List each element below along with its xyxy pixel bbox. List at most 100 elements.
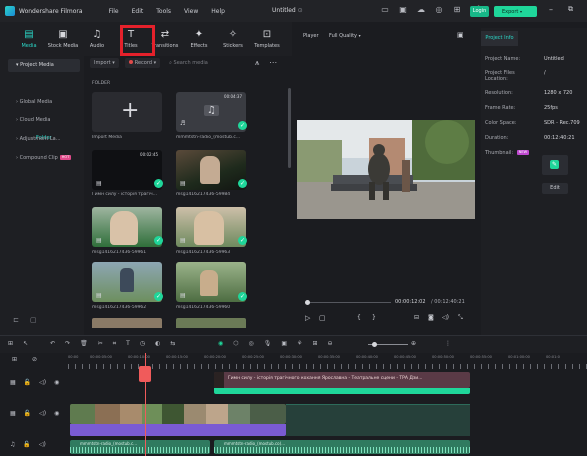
mic-icon[interactable]: 🎙 — [264, 340, 272, 347]
media-tile[interactable]: ▤ — [176, 262, 246, 302]
search-icon: ⌕ — [169, 60, 172, 66]
ai-icon[interactable]: ⚘ — [297, 340, 302, 347]
timeline-video-clips[interactable] — [70, 404, 286, 424]
login-button[interactable]: Login — [470, 6, 489, 17]
select-icon[interactable]: ↖ — [23, 340, 28, 348]
player-preview[interactable] — [297, 120, 475, 219]
folder-icon[interactable]: ▢ — [30, 316, 37, 324]
snapshot-tl-icon[interactable]: ▣ — [281, 340, 287, 347]
color-icon[interactable]: ◐ — [155, 340, 160, 348]
text-icon[interactable]: T — [126, 340, 130, 348]
sidebar-item-adjustment-layer[interactable]: › Adjustment La... — [8, 133, 80, 146]
thumbnail-box[interactable]: ✎ — [542, 155, 568, 175]
delete-icon[interactable]: 🗑 — [80, 340, 88, 348]
sidebar-item-cloud-media[interactable]: › Cloud Media — [8, 114, 80, 127]
redo-icon[interactable]: ↷ — [65, 340, 70, 348]
lock-icon[interactable]: 🔓 — [23, 441, 30, 448]
tab-audio[interactable]: ♫ Audio — [80, 22, 114, 56]
playhead-handle[interactable] — [139, 366, 151, 382]
fullscreen-icon[interactable]: ⤡ — [458, 314, 463, 322]
edit-button[interactable]: Edit — [542, 183, 568, 194]
render-icon[interactable]: ◉ — [218, 340, 223, 347]
filter-icon[interactable]: ⩚ — [252, 58, 262, 68]
play-icon[interactable]: ▷ — [305, 314, 310, 322]
volume-track-icon[interactable]: ◁) — [39, 410, 46, 417]
media-tile[interactable]: ▤ — [92, 262, 162, 302]
timeline-audio-clip-1[interactable]: mmmtstn-radio_(mostub.c... — [70, 440, 210, 454]
search-input[interactable]: ⌕ Search media — [166, 58, 246, 68]
menu-file[interactable]: File — [109, 8, 119, 15]
timeline-clip-title[interactable]: Гимн силу - історія трагічного кохання Я… — [214, 372, 470, 388]
minimize-icon[interactable]: – — [549, 5, 553, 14]
sidebar-item-global-media[interactable]: › Global Media — [8, 96, 80, 109]
timeline-audio-clip-2[interactable]: mmmtstn-radio_(mostub.co)... — [214, 440, 470, 454]
camera-icon[interactable]: ◙ — [428, 314, 434, 321]
screen-icon[interactable]: ▣ — [398, 5, 408, 15]
layout-icon[interactable]: ▭ — [380, 5, 390, 15]
library-scrollbar[interactable] — [288, 88, 291, 168]
media-tile[interactable]: ▤ — [92, 207, 162, 247]
seek-bar[interactable] — [305, 302, 391, 303]
lock-icon[interactable]: 🔓 — [24, 379, 31, 386]
undo-icon[interactable]: ↶ — [50, 340, 55, 348]
media-tile[interactable] — [92, 318, 162, 328]
marker-icon[interactable]: ⬡ — [233, 340, 238, 347]
zoom-out-icon[interactable]: ⊖ — [327, 340, 332, 347]
speed-icon[interactable]: ◷ — [140, 340, 145, 348]
monitor-icon[interactable]: ⊟ — [414, 314, 419, 321]
sidebar-item-compound-clip[interactable]: › Compound Clip HOT — [8, 152, 80, 165]
quality-select[interactable]: Full Quality ▾ — [329, 33, 361, 39]
tab-templates[interactable]: ⊡ Templates — [250, 22, 284, 56]
media-tile[interactable]: ▤ — [176, 207, 246, 247]
crop-icon[interactable]: ⌗ — [113, 340, 116, 348]
media-tile[interactable]: ▤ — [176, 150, 246, 190]
export-button[interactable]: Export ▾ — [494, 6, 537, 17]
media-tile[interactable]: 00:02:45 ▤ — [92, 150, 162, 190]
tab-stock-media[interactable]: ▣ Stock Media — [46, 22, 80, 56]
eye-icon[interactable]: ◉ — [54, 410, 59, 417]
restore-icon[interactable]: ⧉ — [568, 5, 573, 14]
media-tile[interactable] — [176, 318, 246, 328]
tab-stickers[interactable]: ✧ Stickers — [216, 22, 250, 56]
zoom-in-icon[interactable]: ⊕ — [411, 340, 416, 347]
detach-icon[interactable]: ⊞ — [312, 340, 317, 347]
menu-help[interactable]: Help — [211, 8, 225, 15]
sidebar-item-project-media[interactable]: ▾ Project Media — [8, 59, 80, 72]
tab-media[interactable]: ▤ Media — [12, 22, 46, 56]
new-folder-icon[interactable]: ⊏ — [13, 316, 19, 324]
layout-grid-icon[interactable]: ⊞ — [8, 340, 13, 348]
link-icon[interactable]: ⊘ — [32, 356, 37, 363]
cloud-icon[interactable]: ☁ — [416, 5, 426, 15]
volume-track-icon[interactable]: ◁) — [39, 441, 46, 448]
mark-out-icon[interactable]: } — [372, 314, 376, 321]
bulb-icon[interactable]: ◎ — [434, 5, 444, 15]
media-tile[interactable]: 00:04:37 ♫ ♬ — [176, 92, 246, 132]
add-track-icon[interactable]: ⊞ — [12, 356, 17, 363]
split-icon[interactable]: ✂ — [98, 340, 103, 348]
import-media-tile[interactable]: + — [92, 92, 162, 132]
seek-handle[interactable] — [305, 300, 310, 305]
record-voice-icon[interactable]: ◎ — [249, 340, 254, 347]
snapshot-icon[interactable]: ▣ — [457, 31, 464, 39]
menu-view[interactable]: View — [184, 8, 198, 15]
audio-stretch-icon[interactable]: ⇆ — [170, 340, 175, 348]
mark-in-icon[interactable]: { — [357, 314, 361, 321]
video-file-icon: ▤ — [96, 180, 102, 187]
import-button[interactable]: Import ▾ — [90, 58, 119, 68]
menu-tools[interactable]: Tools — [156, 8, 171, 15]
tile-label: msg1416217436-59962 — [92, 305, 147, 310]
volume-track-icon[interactable]: ◁) — [39, 379, 46, 386]
record-button[interactable]: Record ▾ — [124, 58, 161, 68]
more-icon[interactable]: ⋯ — [268, 58, 278, 68]
volume-icon[interactable]: ◁) — [442, 314, 449, 321]
stop-icon[interactable]: ▢ — [319, 314, 326, 322]
menu-edit[interactable]: Edit — [132, 8, 144, 15]
eye-icon[interactable]: ◉ — [54, 379, 59, 386]
more-options-icon[interactable]: ⋮ — [445, 340, 451, 347]
tab-project-info[interactable]: Project Info — [481, 31, 518, 46]
grid-icon[interactable]: ⊞ — [452, 5, 462, 15]
document-title: Untitled ⊙ — [272, 7, 303, 14]
lock-icon[interactable]: 🔓 — [24, 410, 31, 417]
tab-effects[interactable]: ✦ Effects — [182, 22, 216, 56]
zoom-handle[interactable] — [372, 342, 377, 347]
